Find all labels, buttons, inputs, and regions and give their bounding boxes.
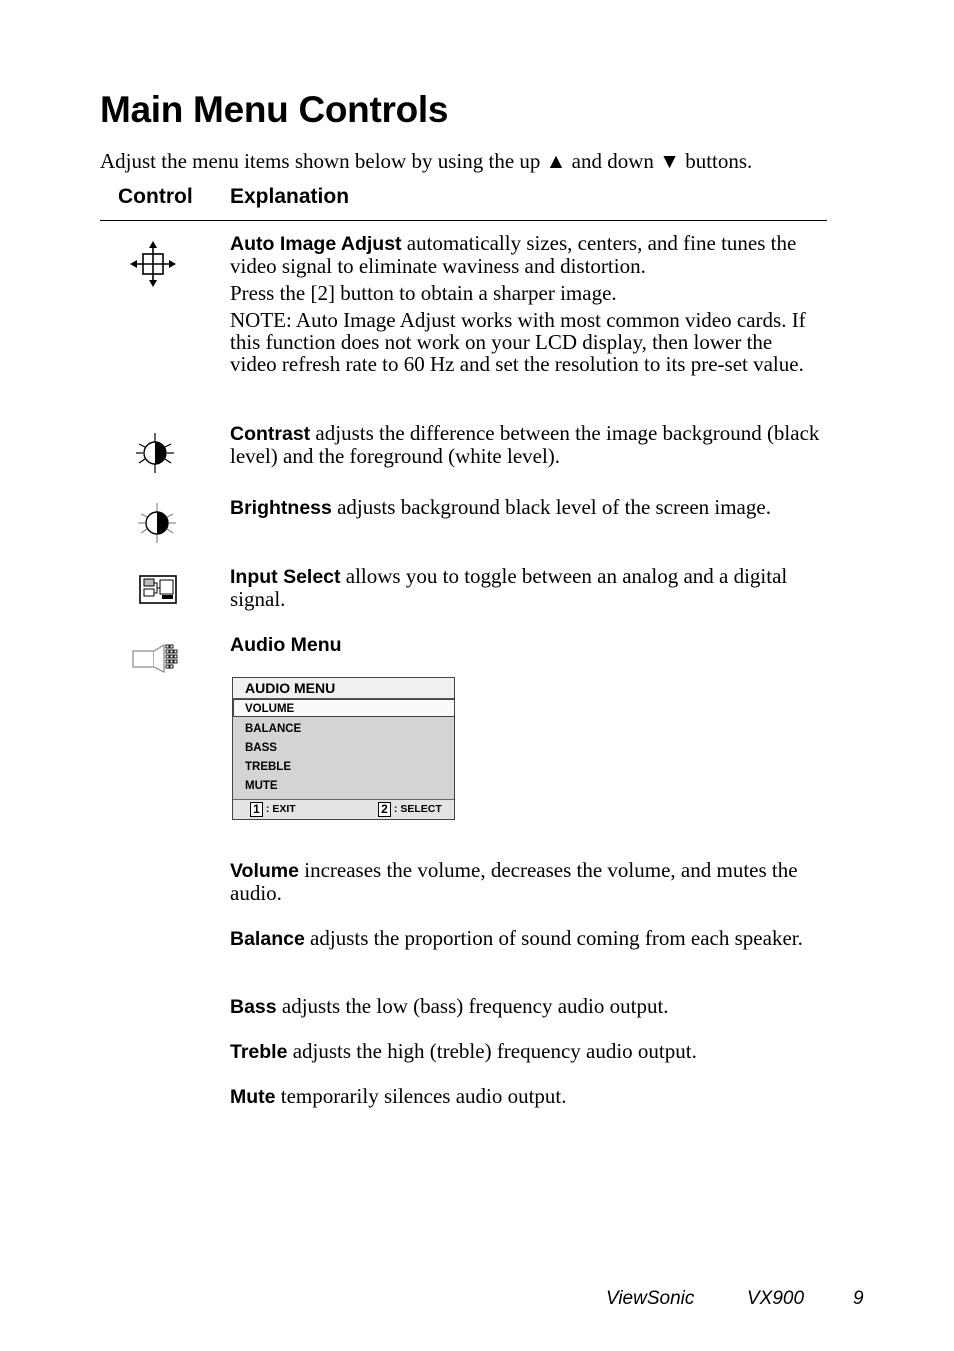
control-auto-image-adjust: Auto Image Adjust automatically sizes, c…: [230, 232, 820, 375]
audio-menu-screenshot: AUDIO MENU VOLUME BALANCE BASS TREBLE MU…: [232, 677, 455, 820]
control-description: adjusts background black level of the sc…: [331, 495, 771, 519]
exit-label: : EXIT: [265, 803, 296, 815]
audio-item-treble: Treble adjusts the high (treble) frequen…: [230, 1040, 820, 1063]
footer-model: VX900: [747, 1288, 805, 1309]
audio-menu-item-bass: BASS: [245, 742, 277, 754]
audio-menu-item-treble: TREBLE: [245, 761, 291, 773]
control-term: Contrast: [230, 423, 311, 445]
input-select-icon: [139, 575, 177, 604]
intro-text: Adjust the menu items shown below by usi…: [100, 149, 753, 173]
audio-menu-title: AUDIO MENU: [233, 678, 454, 699]
control-note: Press the [2] button to obtain a sharper…: [230, 281, 617, 305]
audio-item-term: Treble: [230, 1041, 288, 1063]
audio-item-term: Bass: [230, 996, 277, 1018]
control-term: Brightness: [230, 497, 332, 519]
control-term: Input Select: [230, 566, 341, 588]
audio-item-term: Mute: [230, 1086, 276, 1108]
auto-image-adjust-icon: [130, 241, 176, 287]
control-brightness: Brightness adjusts background black leve…: [230, 496, 820, 519]
control-note: NOTE: Auto Image Adjust works with most …: [230, 308, 806, 376]
audio-item-description: adjusts the proportion of sound coming f…: [304, 926, 803, 950]
audio-menu-item-balance: BALANCE: [245, 723, 302, 735]
header-divider: [100, 220, 827, 221]
audio-item-description: temporarily silences audio output.: [275, 1084, 567, 1108]
audio-item-description: adjusts the low (bass) frequency audio o…: [276, 994, 669, 1018]
control-audio-menu: Audio Menu: [230, 633, 820, 656]
brightness-icon: [138, 503, 176, 543]
key-1: 1: [250, 801, 263, 817]
audio-item-description: increases the volume, decreases the volu…: [230, 858, 798, 905]
control-contrast: Contrast adjusts the difference between …: [230, 422, 820, 467]
audio-item-term: Balance: [230, 928, 305, 950]
select-label: : SELECT: [393, 803, 442, 815]
control-description: adjusts the difference between the image…: [230, 421, 820, 468]
audio-item-volume: Volume increases the volume, decreases t…: [230, 859, 820, 904]
key-2: 2: [378, 801, 391, 817]
column-header-control: Control: [118, 185, 193, 208]
audio-menu-item-mute: MUTE: [245, 780, 278, 792]
page-title: Main Menu Controls: [100, 89, 449, 130]
audio-item-mute: Mute temporarily silences audio output.: [230, 1085, 820, 1108]
control-input-select: Input Select allows you to toggle betwee…: [230, 565, 820, 610]
control-term: Auto Image Adjust: [230, 233, 402, 255]
audio-menu-item-volume: VOLUME: [245, 703, 295, 715]
audio-item-bass: Bass adjusts the low (bass) frequency au…: [230, 995, 820, 1018]
footer-brand: ViewSonic: [606, 1288, 695, 1309]
audio-item-balance: Balance adjusts the proportion of sound …: [230, 927, 820, 950]
control-term: Audio Menu: [230, 634, 342, 656]
page-number: 9: [853, 1288, 864, 1309]
audio-item-term: Volume: [230, 860, 299, 882]
audio-menu-footer: 1 : EXIT 2 : SELECT: [233, 799, 454, 819]
column-header-explanation: Explanation: [230, 185, 350, 208]
audio-menu-icon: [132, 643, 178, 673]
audio-item-description: adjusts the high (treble) frequency audi…: [287, 1039, 697, 1063]
exit-hint: 1 : EXIT: [250, 800, 296, 819]
contrast-icon: [136, 433, 174, 473]
select-hint: 2 : SELECT: [378, 800, 442, 819]
